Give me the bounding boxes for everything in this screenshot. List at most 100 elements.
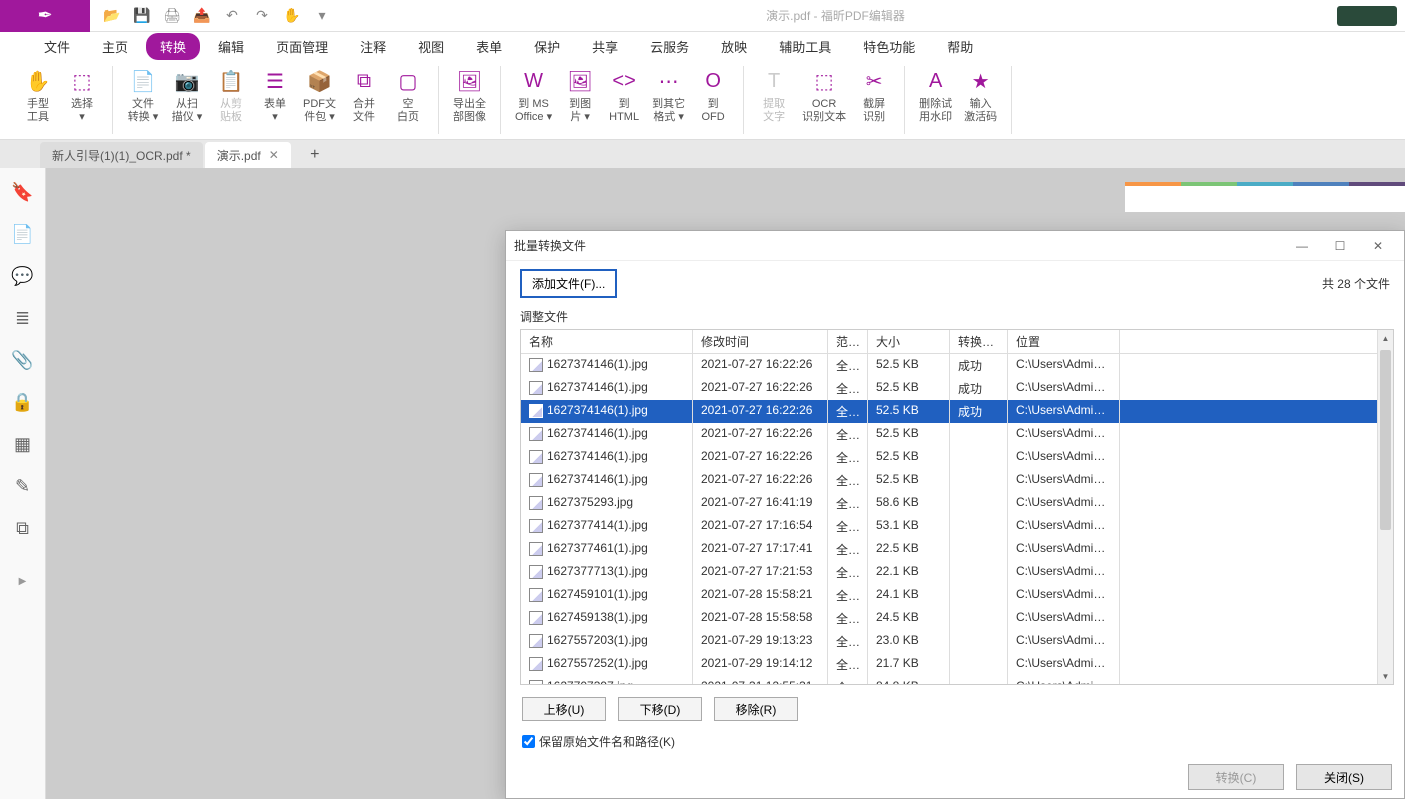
layers-icon[interactable]: ≣ bbox=[9, 304, 37, 332]
keep-path-input[interactable] bbox=[522, 735, 535, 748]
ribbon-icon: ★ bbox=[967, 68, 995, 96]
table-row[interactable]: 1627459101(1).jpg2021-07-28 15:58:21全部24… bbox=[521, 584, 1377, 607]
table-row[interactable]: 1627377461(1).jpg2021-07-27 17:17:41全部22… bbox=[521, 538, 1377, 561]
ribbon-截屏识别[interactable]: ✂截屏 识别 bbox=[852, 66, 896, 126]
col-status[interactable]: 转换状态 bbox=[950, 330, 1008, 353]
thumbnail-icon[interactable]: ▦ bbox=[9, 430, 37, 458]
menu-放映[interactable]: 放映 bbox=[707, 33, 761, 60]
remove-button[interactable]: 移除(R) bbox=[714, 697, 798, 721]
expand-panel-icon[interactable]: ▶ bbox=[19, 576, 27, 587]
ribbon-到其它格式▾[interactable]: ⋯到其它 格式 ▾ bbox=[646, 66, 691, 126]
ribbon-从扫描仪▾[interactable]: 📷从扫 描仪 ▾ bbox=[165, 66, 209, 126]
scrollbar[interactable]: ▲ ▼ bbox=[1377, 330, 1393, 684]
maximize-button[interactable]: ☐ bbox=[1322, 233, 1358, 259]
menu-注释[interactable]: 注释 bbox=[346, 33, 400, 60]
ribbon-到HTML[interactable]: <>到 HTML bbox=[602, 66, 646, 126]
compare-icon[interactable]: ⧉ bbox=[9, 514, 37, 542]
menu-特色功能[interactable]: 特色功能 bbox=[849, 33, 929, 60]
table-row[interactable]: 1627374146(1).jpg2021-07-27 16:22:26全部52… bbox=[521, 446, 1377, 469]
keep-path-checkbox[interactable]: 保留原始文件名和路径(K) bbox=[506, 727, 1404, 756]
menu-表单[interactable]: 表单 bbox=[462, 33, 516, 60]
table-row[interactable]: 1627377713(1).jpg2021-07-27 17:21:53全部22… bbox=[521, 561, 1377, 584]
table-row[interactable]: 1627374146(1).jpg2021-07-27 16:22:26全部52… bbox=[521, 423, 1377, 446]
ribbon-合并文件[interactable]: ⧉合并 文件 bbox=[342, 66, 386, 126]
qa-redo-icon[interactable]: ↷ bbox=[250, 4, 274, 28]
ribbon-删除试用水印[interactable]: A删除试 用水印 bbox=[913, 66, 958, 126]
move-down-button[interactable]: 下移(D) bbox=[618, 697, 702, 721]
doc-tab[interactable]: 新人引导(1)(1)_OCR.pdf * bbox=[40, 142, 203, 168]
attachments-icon[interactable]: 📎 bbox=[9, 346, 37, 374]
add-file-button[interactable]: 添加文件(F)... bbox=[520, 269, 617, 298]
ribbon-到MSOffice▾[interactable]: W到 MS Office ▾ bbox=[509, 66, 558, 126]
qa-hand-icon[interactable]: ✋ bbox=[280, 4, 304, 28]
menu-保护[interactable]: 保护 bbox=[520, 33, 574, 60]
pages-icon[interactable]: 📄 bbox=[9, 220, 37, 248]
menu-编辑[interactable]: 编辑 bbox=[204, 33, 258, 60]
ribbon-选择▾[interactable]: ⬚选择 ▾ bbox=[60, 66, 104, 126]
cell-col-status bbox=[950, 423, 1008, 446]
ribbon-输入激活码[interactable]: ★输入 激活码 bbox=[958, 66, 1003, 126]
convert-button[interactable]: 转换(C) bbox=[1188, 764, 1284, 790]
doc-tab[interactable]: 演示.pdf✕ bbox=[205, 142, 291, 168]
bookmark-icon[interactable]: 🔖 bbox=[9, 178, 37, 206]
table-row[interactable]: 1627459138(1).jpg2021-07-28 15:58:58全部24… bbox=[521, 607, 1377, 630]
table-row[interactable]: 1627557203(1).jpg2021-07-29 19:13:23全部23… bbox=[521, 630, 1377, 653]
table-row[interactable]: 1627374146(1).jpg2021-07-27 16:22:26全部52… bbox=[521, 377, 1377, 400]
ribbon-空白页[interactable]: ▢空 白页 bbox=[386, 66, 430, 126]
ribbon-icon: W bbox=[520, 68, 548, 96]
table-row[interactable]: 1627375293.jpg2021-07-27 16:41:19全部58.6 … bbox=[521, 492, 1377, 515]
menu-辅助工具[interactable]: 辅助工具 bbox=[765, 33, 845, 60]
menu-云服务[interactable]: 云服务 bbox=[636, 33, 703, 60]
qa-undo-icon[interactable]: ↶ bbox=[220, 4, 244, 28]
table-row[interactable]: 1627374146(1).jpg2021-07-27 16:22:26全部52… bbox=[521, 354, 1377, 377]
qa-more-icon[interactable]: ▾ bbox=[310, 4, 334, 28]
col-time[interactable]: 修改时间 bbox=[693, 330, 828, 353]
menu-主页[interactable]: 主页 bbox=[88, 33, 142, 60]
col-loc[interactable]: 位置 bbox=[1008, 330, 1120, 353]
file-icon bbox=[529, 381, 543, 395]
col-size[interactable]: 大小 bbox=[868, 330, 950, 353]
dialog-titlebar[interactable]: 批量转换文件 — ☐ ✕ bbox=[506, 231, 1404, 261]
scroll-up-icon[interactable]: ▲ bbox=[1378, 330, 1393, 346]
move-up-button[interactable]: 上移(U) bbox=[522, 697, 606, 721]
table-row[interactable]: 1627377414(1).jpg2021-07-27 17:16:54全部53… bbox=[521, 515, 1377, 538]
signature-icon[interactable]: ✎ bbox=[9, 472, 37, 500]
ribbon-表单▾[interactable]: ☰表单 ▾ bbox=[253, 66, 297, 126]
table-row[interactable]: 1627374146(1).jpg2021-07-27 16:22:26全部52… bbox=[521, 400, 1377, 423]
scrollbar-thumb[interactable] bbox=[1380, 350, 1391, 530]
tab-close-icon[interactable]: ✕ bbox=[269, 148, 279, 162]
minimize-button[interactable]: — bbox=[1284, 233, 1320, 259]
ribbon-文件转换▾[interactable]: 📄文件 转换 ▾ bbox=[121, 66, 165, 126]
security-icon[interactable]: 🔒 bbox=[9, 388, 37, 416]
ribbon-导出全部图像[interactable]: 🖼导出全 部图像 bbox=[447, 66, 492, 126]
ribbon-PDF文件包▾[interactable]: 📦PDF文 件包 ▾ bbox=[297, 66, 342, 126]
qa-export-icon[interactable]: 📤 bbox=[190, 4, 214, 28]
menu-页面管理[interactable]: 页面管理 bbox=[262, 33, 342, 60]
qa-print-icon[interactable]: 🖨 bbox=[160, 4, 184, 28]
col-range[interactable]: 范围 bbox=[828, 330, 868, 353]
table-row[interactable]: 1627557252(1).jpg2021-07-29 19:14:12全部21… bbox=[521, 653, 1377, 676]
ribbon-手型工具[interactable]: ✋手型 工具 bbox=[16, 66, 60, 126]
col-name[interactable]: 名称 bbox=[521, 330, 693, 353]
file-icon bbox=[529, 634, 543, 648]
comments-icon[interactable]: 💬 bbox=[9, 262, 37, 290]
ribbon-到OFD[interactable]: O到 OFD bbox=[691, 66, 735, 126]
close-dialog-button[interactable]: 关闭(S) bbox=[1296, 764, 1392, 790]
table-row[interactable]: 1627707397.jpg2021-07-31 12:55:31全部84.8 … bbox=[521, 676, 1377, 684]
qa-open-icon[interactable]: 📂 bbox=[100, 4, 124, 28]
menu-视图[interactable]: 视图 bbox=[404, 33, 458, 60]
menu-文件[interactable]: 文件 bbox=[30, 33, 84, 60]
menu-转换[interactable]: 转换 bbox=[146, 33, 200, 60]
menu-共享[interactable]: 共享 bbox=[578, 33, 632, 60]
table-row[interactable]: 1627374146(1).jpg2021-07-27 16:22:26全部52… bbox=[521, 469, 1377, 492]
ribbon-到图片▾[interactable]: 🖼到图 片 ▾ bbox=[558, 66, 602, 126]
scroll-down-icon[interactable]: ▼ bbox=[1378, 668, 1393, 684]
cell-col-range: 全部 bbox=[828, 423, 868, 446]
cell-col-status bbox=[950, 515, 1008, 538]
new-tab-button[interactable]: + bbox=[301, 142, 329, 168]
menu-帮助[interactable]: 帮助 bbox=[933, 33, 987, 60]
close-button[interactable]: ✕ bbox=[1360, 233, 1396, 259]
qa-save-icon[interactable]: 💾 bbox=[130, 4, 154, 28]
ribbon-label: 导出全 部图像 bbox=[453, 98, 486, 124]
ribbon-OCR识别文本[interactable]: ⬚OCR 识别文本 bbox=[796, 66, 852, 126]
